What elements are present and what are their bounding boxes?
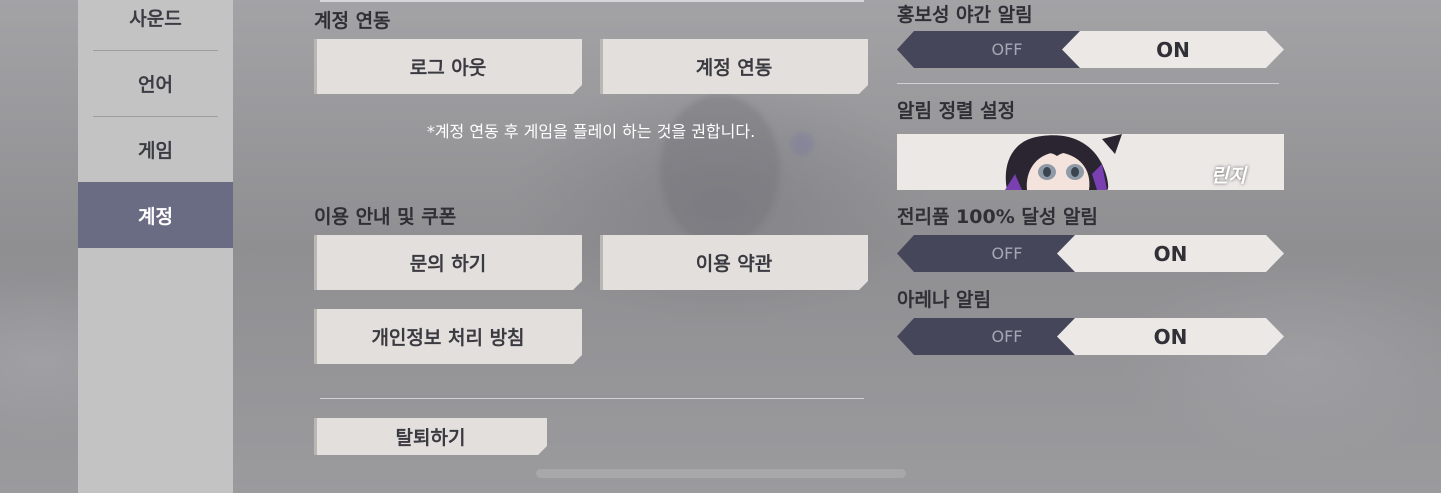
sidebar-item-language[interactable]: 언어 bbox=[78, 50, 233, 116]
section-divider bbox=[320, 398, 864, 399]
logout-button[interactable]: 로그 아웃 bbox=[314, 39, 582, 94]
toggle-on-side[interactable]: ON bbox=[1057, 318, 1284, 355]
arena-alert-toggle[interactable]: OFF ON bbox=[897, 318, 1284, 355]
withdraw-button[interactable]: 탈퇴하기 bbox=[314, 418, 547, 455]
sort-setting-character-banner[interactable]: 린지 bbox=[897, 134, 1284, 190]
link-account-button[interactable]: 계정 연동 bbox=[600, 39, 868, 94]
top-divider bbox=[320, 0, 864, 2]
toggle-on-label: ON bbox=[1153, 324, 1188, 349]
character-name: 린지 bbox=[1211, 165, 1246, 187]
night-promo-title: 홍보성 야간 알림 bbox=[897, 4, 1033, 26]
sidebar-item-sound[interactable]: 사운드 bbox=[78, 0, 233, 50]
toggle-on-label: ON bbox=[1153, 241, 1188, 266]
privacy-policy-button[interactable]: 개인정보 처리 방침 bbox=[314, 309, 582, 364]
sidebar-item-label: 사운드 bbox=[129, 7, 182, 30]
sidebar-item-account[interactable]: 계정 bbox=[78, 182, 233, 248]
toggle-on-side[interactable]: ON bbox=[1057, 235, 1284, 272]
horizontal-scrollbar[interactable] bbox=[536, 469, 906, 478]
link-account-note: *계정 연동 후 게임을 플레이 하는 것을 권합니다. bbox=[426, 122, 756, 141]
toggle-on-label: ON bbox=[1156, 37, 1190, 62]
info-section-title: 이용 안내 및 쿠폰 bbox=[314, 206, 457, 228]
sidebar-item-game[interactable]: 게임 bbox=[78, 116, 233, 182]
sidebar: 사운드 언어 게임 계정 bbox=[78, 0, 233, 493]
terms-button[interactable]: 이용 약관 bbox=[600, 235, 868, 290]
sidebar-item-label: 게임 bbox=[138, 139, 173, 162]
trophy-alert-toggle[interactable]: OFF ON bbox=[897, 235, 1284, 272]
account-section-title: 계정 연동 bbox=[314, 10, 391, 32]
sidebar-item-label: 언어 bbox=[138, 73, 173, 96]
inquiry-button[interactable]: 문의 하기 bbox=[314, 235, 582, 290]
night-promo-toggle[interactable]: OFF ON bbox=[897, 31, 1284, 68]
trophy-alert-title: 전리품 100% 달성 알림 bbox=[897, 206, 1098, 228]
sidebar-item-label: 계정 bbox=[138, 205, 173, 228]
toggle-on-side[interactable]: ON bbox=[1062, 31, 1284, 68]
arena-alert-title: 아레나 알림 bbox=[897, 289, 992, 311]
notification-divider bbox=[897, 83, 1279, 84]
sort-setting-title: 알림 정렬 설정 bbox=[897, 100, 1016, 122]
